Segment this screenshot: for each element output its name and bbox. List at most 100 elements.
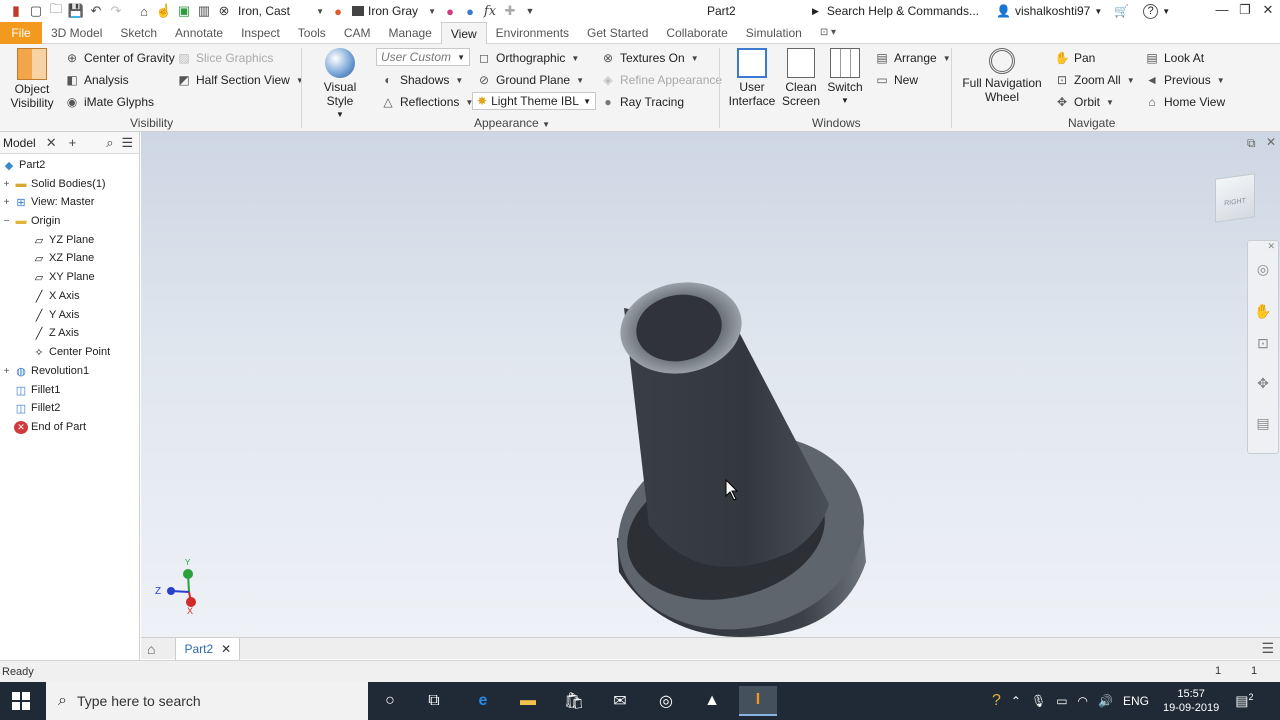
parameters-icon[interactable]: fx bbox=[480, 2, 500, 20]
measure-icon[interactable]: ▥ bbox=[194, 2, 214, 20]
user-interface-button[interactable]: User Interface bbox=[728, 48, 776, 108]
full-navigation-wheel-button[interactable]: Full Navigation Wheel bbox=[960, 48, 1044, 104]
view-preset-dropdown[interactable]: User Custom ▼ bbox=[376, 48, 470, 66]
help-search[interactable]: ▶ Search Help & Commands... bbox=[812, 2, 992, 20]
viewcube[interactable]: RIGHT bbox=[1215, 173, 1255, 223]
object-visibility-button[interactable]: Object Visibility bbox=[8, 48, 56, 110]
open-file-icon[interactable]: 🗀 bbox=[46, 1, 66, 20]
volume-icon[interactable]: 🔊 bbox=[1098, 694, 1113, 708]
help-icon[interactable]: ? bbox=[1143, 3, 1159, 19]
expand-icon[interactable]: + bbox=[2, 179, 11, 190]
material-dropdown[interactable]: Iron, Cast ▼ bbox=[234, 2, 328, 20]
tree-item-origin[interactable]: − ▬ Origin bbox=[2, 212, 61, 230]
home-view-button[interactable]: ⌂ Home View bbox=[1144, 94, 1225, 110]
cortana-icon[interactable]: ○ bbox=[371, 686, 409, 716]
notifications-icon[interactable]: ▤2 bbox=[1235, 692, 1253, 710]
textures-on-button[interactable]: ⊗ Textures On ▼ bbox=[600, 50, 699, 66]
task-view-icon[interactable]: ⧉ bbox=[415, 686, 453, 716]
appearance-group-label[interactable]: Appearance ▼ bbox=[474, 116, 550, 130]
orbit-icon[interactable]: ✥ bbox=[1248, 375, 1278, 395]
home-icon[interactable]: ⌂ bbox=[134, 2, 154, 20]
tree-item-center-point[interactable]: ✧ Center Point bbox=[32, 343, 110, 361]
new-file-icon[interactable]: ▢ bbox=[26, 2, 46, 20]
help-dropdown-icon[interactable]: ▼ bbox=[1162, 7, 1170, 16]
look-at-icon[interactable]: ▤ bbox=[1248, 415, 1278, 435]
help-search-input[interactable]: Search Help & Commands... bbox=[827, 4, 979, 18]
switch-button[interactable]: Switch ▼ bbox=[826, 48, 864, 108]
store-icon[interactable]: 🛍 bbox=[555, 686, 593, 716]
tree-item-fillet1[interactable]: ◫ Fillet1 bbox=[14, 381, 61, 399]
tree-item-x-axis[interactable]: ╱ X Axis bbox=[32, 287, 80, 305]
chevron-up-icon[interactable]: ⌃ bbox=[1011, 694, 1021, 708]
photos-icon[interactable]: ▲ bbox=[693, 686, 731, 716]
home-icon[interactable]: ⌂ bbox=[147, 641, 155, 657]
restore-button[interactable]: ❐ bbox=[1233, 2, 1257, 20]
new-window-button[interactable]: ▭ New bbox=[874, 72, 918, 88]
tab-manage[interactable]: Manage bbox=[379, 22, 440, 44]
pan-button[interactable]: ✋ Pan bbox=[1054, 50, 1096, 66]
orthographic-button[interactable]: ◻ Orthographic ▼ bbox=[476, 50, 579, 66]
graphics-viewport[interactable]: RIGHT Y Z X ⧉ ✕ bbox=[141, 132, 1280, 637]
tab-environments[interactable]: Environments bbox=[487, 22, 578, 44]
previous-view-button[interactable]: ◄ Previous ▼ bbox=[1144, 72, 1225, 88]
expand-icon[interactable]: + bbox=[2, 366, 11, 377]
tab-menu-icon[interactable]: ☰ bbox=[1261, 640, 1274, 657]
tree-item-y-axis[interactable]: ╱ Y Axis bbox=[32, 306, 80, 324]
zoom-icon[interactable]: ⊡ bbox=[1248, 335, 1278, 355]
start-button[interactable] bbox=[12, 692, 30, 710]
minimize-button[interactable]: — bbox=[1210, 2, 1234, 20]
tab-view[interactable]: View bbox=[440, 21, 487, 44]
part-model[interactable] bbox=[141, 132, 1280, 637]
app-menu-icon[interactable]: ▮ bbox=[6, 2, 26, 20]
orbit-button[interactable]: ✥ Orbit ▼ bbox=[1054, 94, 1114, 110]
clock[interactable]: 15:57 19-09-2019 bbox=[1163, 687, 1219, 715]
add-icon[interactable]: ✚ bbox=[500, 2, 520, 20]
tree-item-view-master[interactable]: + ⊞ View: Master bbox=[2, 193, 95, 211]
close-viewport-icon[interactable]: ✕ bbox=[1266, 135, 1276, 149]
inventor-app-icon[interactable]: I bbox=[739, 686, 777, 716]
tree-item-part2[interactable]: ◆ Part2 bbox=[2, 156, 46, 174]
steering-wheel-icon[interactable]: ◎ bbox=[1248, 261, 1278, 281]
tab-annotate[interactable]: Annotate bbox=[166, 22, 232, 44]
visual-style-button[interactable]: Visual Style ▼ bbox=[310, 48, 370, 122]
tab-sketch[interactable]: Sketch bbox=[111, 22, 166, 44]
clear-appearance-icon[interactable]: ● bbox=[440, 2, 460, 20]
half-section-view-button[interactable]: ◩ Half Section View ▼ bbox=[176, 72, 303, 88]
expand-icon[interactable]: + bbox=[2, 197, 11, 208]
tab-tools[interactable]: Tools bbox=[289, 22, 335, 44]
zoom-all-button[interactable]: ⊡ Zoom All ▼ bbox=[1054, 72, 1135, 88]
tree-item-xy-plane[interactable]: ▱ XY Plane bbox=[32, 268, 95, 286]
customize-icon[interactable]: ▼ bbox=[520, 2, 540, 20]
file-explorer-icon[interactable]: ▬ bbox=[509, 686, 547, 716]
collapse-icon[interactable]: − bbox=[2, 216, 11, 227]
search-icon[interactable]: ⌕ bbox=[106, 135, 113, 151]
select-icon[interactable]: ☝ bbox=[154, 2, 174, 20]
menu-icon[interactable]: ☰ bbox=[121, 135, 133, 151]
ray-tracing-button[interactable]: ● Ray Tracing bbox=[600, 94, 684, 110]
lighting-style-dropdown[interactable]: ✸ Light Theme IBL ▼ bbox=[472, 92, 596, 110]
save-icon[interactable]: 💾 bbox=[66, 2, 86, 20]
clean-screen-button[interactable]: Clean Screen bbox=[780, 48, 822, 108]
taskbar-search[interactable]: ⌕ Type here to search bbox=[46, 682, 368, 720]
ground-plane-button[interactable]: ⊘ Ground Plane ▼ bbox=[476, 72, 584, 88]
close-icon[interactable]: ✕ bbox=[221, 642, 231, 656]
analysis-button[interactable]: ◧ Analysis bbox=[64, 72, 128, 88]
ribbon-options-icon[interactable]: ⊡ ▾ bbox=[811, 22, 845, 44]
tab-cam[interactable]: CAM bbox=[335, 22, 380, 44]
tree-item-solid-bodies[interactable]: + ▬ Solid Bodies(1) bbox=[2, 175, 106, 193]
tab-inspect[interactable]: Inspect bbox=[232, 22, 289, 44]
undo-icon[interactable]: ↶ bbox=[86, 2, 106, 20]
tree-item-xz-plane[interactable]: ▱ XZ Plane bbox=[32, 249, 94, 267]
look-at-button[interactable]: ▤ Look At bbox=[1144, 50, 1204, 66]
adjust-appearance-icon[interactable]: ● bbox=[460, 2, 480, 20]
language-indicator[interactable]: ENG bbox=[1123, 694, 1149, 708]
mail-icon[interactable]: ✉ bbox=[601, 686, 639, 716]
user-account[interactable]: 👤 vishalkoshti97 ▼ 🛒 ? ▼ bbox=[996, 2, 1170, 20]
pan-icon[interactable]: ✋ bbox=[1248, 303, 1278, 323]
tree-item-yz-plane[interactable]: ▱ YZ Plane bbox=[32, 231, 94, 249]
tab-collaborate[interactable]: Collaborate bbox=[657, 22, 736, 44]
tree-item-fillet2[interactable]: ◫ Fillet2 bbox=[14, 399, 61, 417]
wifi-icon[interactable]: ◠ bbox=[1078, 694, 1088, 708]
appearance-dropdown[interactable]: Iron Gray ▼ bbox=[348, 2, 440, 20]
update-icon[interactable]: ▣ bbox=[174, 2, 194, 20]
